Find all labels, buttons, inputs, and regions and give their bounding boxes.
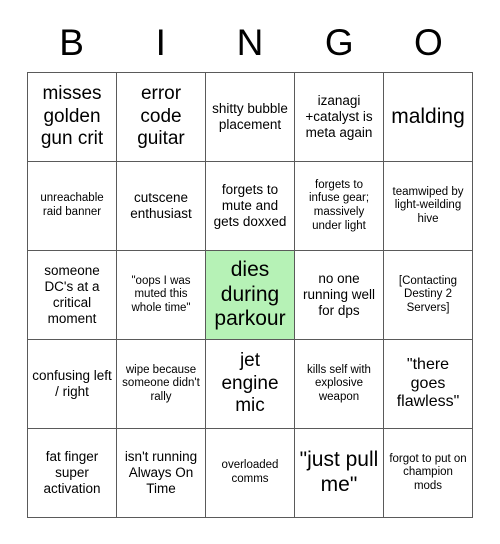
bingo-cell-label: no one running well for dps (302, 271, 376, 318)
bingo-cell-label: fat finger super activation (43, 449, 101, 496)
bingo-cell[interactable]: forgot to put on champion mods (384, 429, 473, 518)
bingo-card: B I N G O misses golden gun crit error co… (0, 0, 500, 544)
bingo-cell-label: "oops I was muted this whole time" (131, 274, 191, 314)
bingo-cell-label: confusing left / right (32, 368, 112, 399)
bingo-header-letter-n: N (236, 21, 264, 63)
bingo-cell[interactable]: "oops I was muted this whole time" (117, 251, 206, 340)
bingo-cell-label: someone DC's at a critical moment (44, 263, 100, 326)
bingo-cell-label: jet engine mic (221, 350, 279, 417)
bingo-cell-label: "just pull me" (299, 448, 379, 496)
bingo-cell[interactable]: misses golden gun crit (28, 73, 117, 162)
bingo-cell-label: shitty bubble placement (212, 101, 288, 132)
bingo-cell[interactable]: malding (384, 73, 473, 162)
bingo-cell[interactable]: someone DC's at a critical moment (28, 251, 117, 340)
bingo-cell[interactable]: no one running well for dps (295, 251, 384, 340)
bingo-cell[interactable]: cutscene enthusiast (117, 162, 206, 251)
bingo-cell[interactable]: kills self with explosive weapon (295, 340, 384, 429)
bingo-cell-label: overloaded comms (221, 459, 279, 485)
bingo-cell[interactable]: teamwiped by light-weilding hive (384, 162, 473, 251)
bingo-cell[interactable]: shitty bubble placement (206, 73, 295, 162)
bingo-cell-label: wipe because someone didn't rally (122, 363, 200, 403)
bingo-cell-label: unreachable raid banner (40, 192, 104, 218)
bingo-cell-label: isn't running Always On Time (124, 449, 198, 496)
bingo-cell[interactable]: "just pull me" (295, 429, 384, 518)
bingo-cell-label: izanagi +catalyst is meta again (305, 93, 373, 140)
bingo-cell-label: malding (391, 104, 465, 128)
bingo-cell-label: "there goes flawless" (396, 355, 460, 411)
bingo-cell[interactable]: jet engine mic (206, 340, 295, 429)
bingo-cell[interactable]: [Contacting Destiny 2 Servers] (384, 251, 473, 340)
bingo-cell[interactable]: "there goes flawless" (384, 340, 473, 429)
bingo-cell[interactable]: fat finger super activation (28, 429, 117, 518)
bingo-header-letter-b: B (59, 21, 84, 63)
bingo-cell[interactable]: izanagi +catalyst is meta again (295, 73, 384, 162)
bingo-cell-label: kills self with explosive weapon (307, 363, 371, 403)
bingo-cell[interactable]: overloaded comms (206, 429, 295, 518)
bingo-cell-label: forgets to infuse gear; massively under … (308, 178, 370, 232)
bingo-cell[interactable]: error code guitar (117, 73, 206, 162)
bingo-cell-label: teamwiped by light-weilding hive (392, 185, 464, 225)
bingo-cell[interactable]: forgets to infuse gear; massively under … (295, 162, 384, 251)
bingo-cell-label: cutscene enthusiast (130, 190, 192, 221)
bingo-cell[interactable]: isn't running Always On Time (117, 429, 206, 518)
bingo-cell-label: error code guitar (137, 83, 185, 150)
bingo-cell-label: [Contacting Destiny 2 Servers] (398, 274, 458, 314)
bingo-cell[interactable]: confusing left / right (28, 340, 117, 429)
bingo-cell[interactable]: forgets to mute and gets doxxed (206, 162, 295, 251)
bingo-cell-label: forgets to mute and gets doxxed (213, 182, 287, 229)
bingo-header: B I N G O (27, 16, 473, 68)
bingo-cell[interactable]: unreachable raid banner (28, 162, 117, 251)
bingo-cell[interactable]: dies during parkour (206, 251, 295, 340)
bingo-cell-label: misses golden gun crit (40, 83, 104, 150)
bingo-header-letter-i: I (155, 21, 166, 63)
bingo-grid: misses golden gun crit error code guitar s… (27, 72, 473, 518)
bingo-header-letter-o: O (414, 21, 443, 63)
bingo-cell-label: forgot to put on champion mods (389, 452, 467, 492)
bingo-cell[interactable]: wipe because someone didn't rally (117, 340, 206, 429)
bingo-cell-label: dies during parkour (214, 257, 286, 331)
bingo-header-letter-g: G (324, 21, 354, 63)
